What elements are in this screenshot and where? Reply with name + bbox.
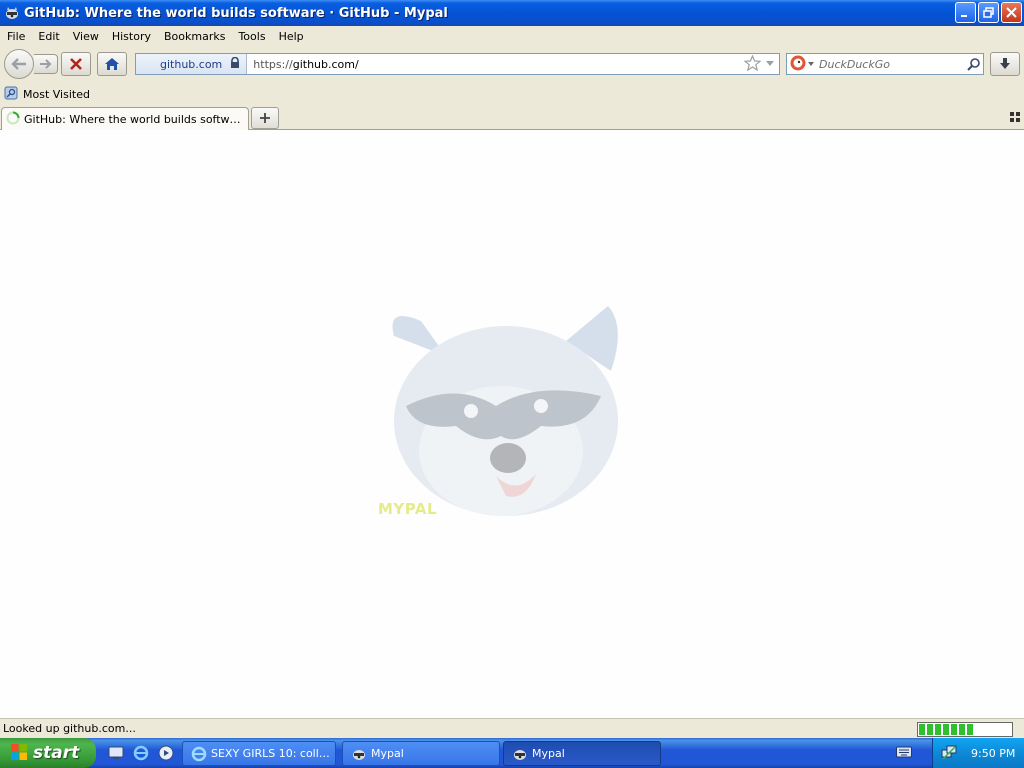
- clock[interactable]: 9:50 PM: [971, 747, 1015, 760]
- tab-github[interactable]: GitHub: Where the world builds software …: [1, 107, 249, 131]
- download-icon: [1000, 58, 1010, 69]
- start-label: start: [33, 743, 80, 763]
- close-button[interactable]: [1001, 2, 1022, 23]
- task-label: Mypal: [371, 747, 404, 760]
- menu-file[interactable]: File: [0, 30, 31, 43]
- back-button[interactable]: [4, 49, 34, 79]
- ie-icon: [191, 746, 207, 762]
- taskbar-item-mypal-1[interactable]: Mypal: [342, 741, 500, 766]
- menu-edit[interactable]: Edit: [31, 30, 65, 43]
- start-button[interactable]: start: [0, 738, 96, 768]
- menu-history[interactable]: History: [105, 30, 157, 43]
- quick-launch-media-icon[interactable]: [156, 743, 176, 763]
- minimize-button[interactable]: [955, 2, 976, 23]
- page-content: MYPAL: [0, 130, 1024, 718]
- task-label: Mypal: [532, 747, 565, 760]
- menu-bar: File Edit View History Bookmarks Tools H…: [0, 26, 1024, 46]
- stop-icon: [70, 58, 82, 70]
- duckduckgo-icon: [790, 55, 806, 74]
- search-input[interactable]: DuckDuckGo: [815, 58, 963, 71]
- splash-caption: MYPAL: [378, 500, 438, 518]
- tab-strip: GitHub: Where the world builds software …: [0, 105, 1024, 131]
- loading-spinner-icon: [6, 111, 20, 128]
- plus-icon: [260, 113, 270, 123]
- quick-launch-ie-icon[interactable]: [131, 743, 151, 763]
- url-text[interactable]: https://github.com/: [247, 58, 744, 71]
- progress-fill: [919, 724, 975, 735]
- minimize-icon: [961, 15, 967, 17]
- most-visited-label: Most Visited: [23, 88, 90, 101]
- home-button[interactable]: [97, 52, 127, 76]
- identity-label: github.com: [160, 57, 223, 71]
- raccoon-icon: [4, 5, 20, 21]
- task-label: SEXY GIRLS 10: collec...: [211, 747, 335, 760]
- keyboard-icon[interactable]: [896, 746, 912, 761]
- chevron-down-icon: [808, 62, 814, 66]
- status-bar: Looked up github.com...: [0, 718, 1024, 738]
- back-arrow-icon: [11, 58, 26, 70]
- quick-launch-desktop-icon[interactable]: [106, 743, 126, 763]
- stop-button[interactable]: [61, 52, 91, 76]
- site-identity-button[interactable]: github.com: [136, 54, 248, 74]
- windows-logo-icon: [10, 743, 28, 764]
- url-host: github.com/: [292, 57, 359, 71]
- download-button[interactable]: [990, 52, 1020, 76]
- star-icon[interactable]: [743, 53, 762, 74]
- raccoon-icon: [512, 746, 528, 762]
- restore-button[interactable]: [978, 2, 999, 23]
- close-icon: [1006, 7, 1017, 18]
- most-visited-bookmark[interactable]: Most Visited: [4, 86, 90, 103]
- window-titlebar[interactable]: GitHub: Where the world builds software …: [0, 0, 1024, 26]
- forward-button[interactable]: [34, 54, 58, 74]
- home-icon: [105, 58, 119, 70]
- system-tray: 9:50 PM: [932, 738, 1024, 768]
- status-text: Looked up github.com...: [3, 722, 136, 735]
- navigation-toolbar: github.com https://github.com/ DuckDuckG…: [0, 46, 1024, 84]
- lock-icon: [230, 56, 240, 72]
- forward-arrow-icon: [39, 59, 51, 69]
- window-title: GitHub: Where the world builds software …: [24, 5, 448, 21]
- network-icon[interactable]: [941, 744, 957, 763]
- new-tab-button[interactable]: [251, 107, 279, 129]
- menu-tools[interactable]: Tools: [231, 30, 271, 43]
- menu-help[interactable]: Help: [272, 30, 310, 43]
- raccoon-icon: [351, 746, 367, 762]
- menu-bookmarks[interactable]: Bookmarks: [157, 30, 231, 43]
- search-engine-button[interactable]: [787, 55, 815, 74]
- bookmarks-toolbar: Most Visited: [0, 84, 1024, 105]
- taskbar-item-mypal-2[interactable]: Mypal: [503, 741, 661, 766]
- bookmark-folder-icon: [4, 86, 18, 103]
- url-scheme: https://: [253, 57, 293, 71]
- search-bar[interactable]: DuckDuckGo: [786, 53, 984, 75]
- taskbar-item-ie[interactable]: SEXY GIRLS 10: collec...: [182, 741, 336, 766]
- menu-view[interactable]: View: [66, 30, 105, 43]
- chevron-down-icon[interactable]: [765, 58, 775, 71]
- address-bar[interactable]: github.com https://github.com/: [135, 53, 780, 75]
- search-icon[interactable]: [963, 57, 983, 71]
- tab-title: GitHub: Where the world builds software …: [24, 113, 246, 126]
- taskbar: start SEXY GIRLS 10: collec... Mypal Myp…: [0, 738, 1024, 768]
- progress-bar: [917, 722, 1013, 737]
- quick-launch: [106, 743, 176, 763]
- mypal-logo: [376, 296, 626, 526]
- restore-icon: [983, 7, 994, 18]
- grid-icon[interactable]: [1010, 112, 1020, 125]
